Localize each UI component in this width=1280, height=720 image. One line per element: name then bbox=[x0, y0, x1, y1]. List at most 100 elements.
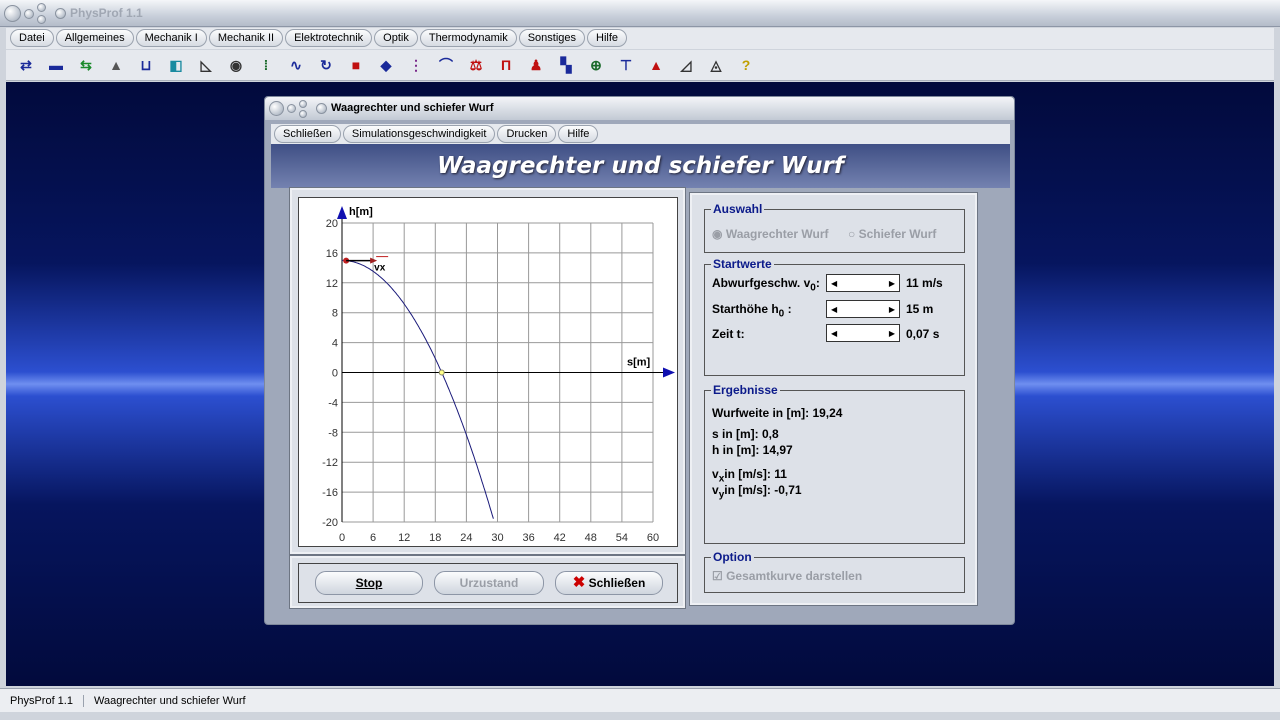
wave-icon[interactable]: ∿ bbox=[284, 53, 308, 77]
y-tick-label: -12 bbox=[322, 457, 338, 469]
acceleration-velocity-icon[interactable]: ⇆ bbox=[74, 53, 98, 77]
blocks-icon[interactable]: ▚ bbox=[554, 53, 578, 77]
minimize-icon[interactable] bbox=[24, 9, 34, 19]
x-axis-arrow-icon bbox=[663, 367, 675, 378]
prism-icon[interactable]: ▲ bbox=[644, 53, 668, 77]
stop-button[interactable]: Stop bbox=[315, 571, 423, 595]
option-legend: Option bbox=[711, 550, 754, 564]
s-result: s in [m]: 0,8 bbox=[712, 427, 779, 441]
y-tick-label: 0 bbox=[332, 368, 338, 380]
reset-label: Urzustand bbox=[459, 576, 519, 590]
x-tick-label: 18 bbox=[429, 532, 441, 544]
radio-waagrechter[interactable]: ◉ Waagrechter Wurf bbox=[712, 227, 829, 241]
t-slider[interactable]: ◀ ▶ bbox=[826, 324, 900, 342]
arrow-left-icon: ◀ bbox=[831, 278, 838, 288]
arrow-right-icon: ▶ bbox=[888, 328, 895, 338]
app-icon bbox=[316, 103, 327, 114]
h0-slider[interactable]: ◀ ▶ bbox=[826, 300, 900, 318]
pump-icon[interactable]: ◧ bbox=[164, 53, 188, 77]
y-tick-label: -8 bbox=[328, 427, 338, 439]
vx-result: vxin [m/s]: 11 bbox=[712, 467, 787, 485]
maximize-icon[interactable] bbox=[299, 100, 307, 108]
incline-icon[interactable]: ◺ bbox=[194, 53, 218, 77]
arrow-right-icon: ▶ bbox=[888, 304, 895, 314]
checkbox-label: Gesamtkurve darstellen bbox=[726, 569, 863, 583]
lever-icon[interactable]: ⊤ bbox=[614, 53, 638, 77]
close-icon[interactable] bbox=[299, 110, 307, 118]
pulley-icon[interactable]: Π bbox=[494, 53, 518, 77]
window-orb-icon[interactable] bbox=[4, 5, 21, 22]
distribution-icon[interactable]: ◬ bbox=[704, 53, 728, 77]
dmenu-drucken[interactable]: Drucken bbox=[497, 125, 557, 143]
x-tick-label: 24 bbox=[460, 532, 472, 544]
radio-schiefer[interactable]: ○ Schiefer Wurf bbox=[848, 227, 936, 241]
dialog-title: Waagrechter und schiefer Wurf bbox=[331, 102, 494, 114]
h-result: h in [m]: 14,97 bbox=[712, 443, 793, 457]
menu-elektrotechnik[interactable]: Elektrotechnik bbox=[285, 29, 373, 47]
close-x-icon: ✖ bbox=[572, 574, 586, 591]
arrow-left-icon: ◀ bbox=[831, 328, 838, 338]
rotation-icon[interactable]: ↻ bbox=[314, 53, 338, 77]
close-icon[interactable] bbox=[37, 15, 46, 24]
v0-slider[interactable]: ◀ ▶ bbox=[826, 274, 900, 292]
engine-icon[interactable]: ⊕ bbox=[584, 53, 608, 77]
dmenu-hilfe[interactable]: Hilfe bbox=[558, 125, 599, 143]
gesamtkurve-checkbox[interactable]: ☑ Gesamtkurve darstellen bbox=[712, 569, 862, 583]
dmenu-schließen[interactable]: Schließen bbox=[274, 125, 341, 143]
vy-result: vyin [m/s]: -0,71 bbox=[712, 483, 802, 501]
menu-datei[interactable]: Datei bbox=[10, 29, 54, 47]
x-tick-label: 42 bbox=[554, 532, 566, 544]
main-menu: Datei Allgemeines Mechanik I Mechanik II Ele… bbox=[6, 28, 1274, 49]
menu-optik[interactable]: Optik bbox=[374, 29, 418, 47]
momentum-icon[interactable]: ▬ bbox=[44, 53, 68, 77]
x-tick-label: 6 bbox=[370, 532, 376, 544]
help-icon[interactable]: ? bbox=[734, 53, 758, 77]
status-bar: PhysProf 1.1 Waagrechter und schiefer Wu… bbox=[0, 688, 1280, 712]
dots-icon[interactable]: ⁞ bbox=[254, 53, 278, 77]
landing-point bbox=[438, 369, 445, 376]
dmenu-simulationsgeschwindigkeit[interactable]: Simulationsgeschwindigkeit bbox=[342, 125, 496, 143]
trajectory-line bbox=[342, 259, 494, 519]
app-title: PhysProf 1.1 bbox=[70, 6, 143, 20]
app-titlebar: PhysProf 1.1 bbox=[0, 0, 1280, 27]
weight-icon[interactable]: ■ bbox=[344, 53, 368, 77]
collision-icon[interactable]: ⇄ bbox=[14, 53, 38, 77]
ergebnisse-legend: Ergebnisse bbox=[711, 383, 780, 397]
dialog-titlebar: Waagrechter und schiefer Wurf bbox=[265, 97, 1014, 120]
menu-allgemeines[interactable]: Allgemeines bbox=[55, 29, 134, 47]
container-icon[interactable]: ⊔ bbox=[134, 53, 158, 77]
y-tick-label: 4 bbox=[332, 338, 338, 350]
maximize-icon[interactable] bbox=[37, 3, 46, 12]
y-tick-label: 8 bbox=[332, 308, 338, 320]
reset-button[interactable]: Urzustand bbox=[434, 571, 544, 595]
x-axis-label: s[m] bbox=[627, 357, 651, 369]
molecule-icon[interactable]: ♟ bbox=[524, 53, 548, 77]
x-tick-label: 48 bbox=[585, 532, 597, 544]
auswahl-legend: Auswahl bbox=[711, 202, 765, 216]
arrow-left-icon: ◀ bbox=[831, 304, 838, 314]
graph-icon[interactable]: ⌒ bbox=[434, 53, 458, 77]
spring-icon[interactable]: ⋮ bbox=[404, 53, 428, 77]
x-tick-label: 0 bbox=[339, 532, 345, 544]
menu-hilfe[interactable]: Hilfe bbox=[587, 29, 628, 47]
curve-icon[interactable]: ◿ bbox=[674, 53, 698, 77]
minimize-icon[interactable] bbox=[287, 104, 296, 113]
status-window: Waagrechter und schiefer Wurf bbox=[93, 694, 246, 707]
chart: 0 6 12 18 24 30 36 42 48 54 60 20 16 12 8 4 0 -4 -8 -12 -16 -… bbox=[298, 197, 678, 547]
tilt-icon[interactable]: ◆ bbox=[374, 53, 398, 77]
menu-mechanik-ii[interactable]: Mechanik II bbox=[208, 29, 284, 47]
menu-thermodynamik[interactable]: Thermodynamik bbox=[419, 29, 517, 47]
eye-icon[interactable]: ◉ bbox=[224, 53, 248, 77]
y-axis-arrow-icon bbox=[337, 206, 347, 219]
h0-value: 15 m bbox=[906, 302, 934, 316]
bell-curve-icon[interactable]: ▲ bbox=[104, 53, 128, 77]
dialog-header: Waagrechter und schiefer Wurf bbox=[271, 144, 1010, 188]
v0-label: Abwurfgeschw. v0: bbox=[712, 276, 820, 294]
y-tick-label: -16 bbox=[322, 487, 338, 499]
vector-label: vx bbox=[374, 263, 386, 274]
balance-icon[interactable]: ⚖ bbox=[464, 53, 488, 77]
window-orb-icon[interactable] bbox=[269, 101, 284, 116]
menu-mechanik-i[interactable]: Mechanik I bbox=[135, 29, 207, 47]
menu-sonstiges[interactable]: Sonstiges bbox=[518, 29, 586, 47]
close-button[interactable]: ✖ Schließen bbox=[555, 571, 663, 595]
